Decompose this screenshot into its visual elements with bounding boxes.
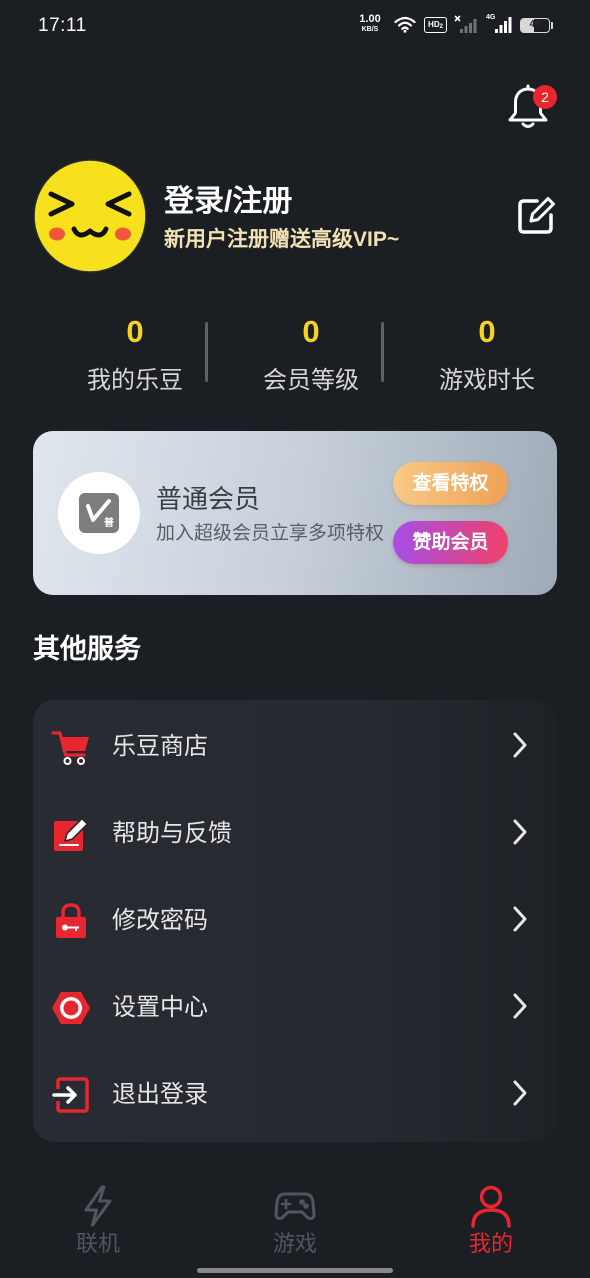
membership-badge-icon: 普 xyxy=(58,472,140,554)
battery-icon: 45 xyxy=(520,18,550,33)
stat-label: 游戏时长 xyxy=(439,367,535,394)
view-privileges-button[interactable]: 查看特权 xyxy=(393,462,508,505)
service-item-label: 设置中心 xyxy=(112,994,208,1021)
wifi-icon xyxy=(394,16,416,33)
stat-ledou[interactable]: 0 我的乐豆 xyxy=(60,312,210,397)
service-item-label: 修改密码 xyxy=(112,907,208,934)
nav-tab-games[interactable]: 游戏 xyxy=(220,1184,370,1266)
service-item-ledou-store[interactable]: 乐豆商店 xyxy=(33,704,557,791)
battery-level: 45 xyxy=(529,19,541,30)
nav-tab-online[interactable]: 联机 xyxy=(23,1184,173,1266)
settings-icon xyxy=(52,992,90,1024)
chevron-right-icon xyxy=(513,906,527,932)
status-time: 17:11 xyxy=(38,15,87,36)
nav-tab-label: 我的 xyxy=(468,1231,513,1256)
network-type: 4G xyxy=(486,14,496,21)
logout-icon xyxy=(52,1077,89,1113)
stat-label: 我的乐豆 xyxy=(87,367,183,394)
chevron-right-icon xyxy=(513,819,527,845)
sim1-no-signal-icon xyxy=(454,15,477,33)
stat-value: 0 xyxy=(478,314,496,349)
lightning-icon xyxy=(84,1185,112,1227)
nav-tab-label: 联机 xyxy=(75,1231,120,1256)
gamepad-icon xyxy=(274,1192,316,1220)
stat-play-time[interactable]: 0 游戏时长 xyxy=(412,312,562,397)
hd-label: HD xyxy=(428,20,440,29)
shopping-cart-icon xyxy=(51,731,89,765)
feedback-edit-icon xyxy=(54,817,89,851)
service-item-label: 退出登录 xyxy=(112,1081,208,1108)
stat-value: 0 xyxy=(302,314,320,349)
chevron-right-icon xyxy=(513,1080,527,1106)
login-register-title[interactable]: 登录/注册 xyxy=(164,182,292,222)
services-list: 乐豆商店 帮助与反馈 修改密码 设置中心 退出登录 xyxy=(33,700,557,1142)
sim2-signal: 4G xyxy=(486,14,514,34)
edit-icon[interactable] xyxy=(515,195,557,237)
membership-subtitle: 加入超级会员立享多项特权 xyxy=(156,523,385,544)
service-item-logout[interactable]: 退出登录 xyxy=(33,1052,557,1139)
chevron-right-icon xyxy=(513,732,527,758)
stat-value: 0 xyxy=(126,314,144,349)
membership-badge-char: 普 xyxy=(104,518,114,529)
service-item-help-feedback[interactable]: 帮助与反馈 xyxy=(33,791,557,878)
membership-card[interactable]: 普 普通会员 加入超级会员立享多项特权 查看特权 赞助会员 xyxy=(33,431,557,595)
battery-nub xyxy=(551,22,553,29)
services-section-title: 其他服务 xyxy=(33,634,141,664)
network-speed-unit: KB/S xyxy=(361,26,379,33)
nav-tab-mine[interactable]: 我的 xyxy=(416,1184,566,1266)
person-icon xyxy=(471,1185,511,1228)
membership-title: 普通会员 xyxy=(156,484,261,514)
service-item-label: 乐豆商店 xyxy=(112,733,208,760)
stat-label: 会员等级 xyxy=(263,367,359,394)
service-item-settings[interactable]: 设置中心 xyxy=(33,965,557,1052)
notification-badge: 2 xyxy=(533,85,557,109)
lock-icon xyxy=(56,903,86,938)
sponsor-member-button[interactable]: 赞助会员 xyxy=(393,521,508,564)
hd-voice-badge: HD2 xyxy=(424,17,447,33)
home-indicator[interactable] xyxy=(197,1268,393,1273)
network-speed-value: 1.00 xyxy=(359,13,381,25)
hd-sub: 2 xyxy=(439,24,443,30)
register-promo-subtitle: 新用户注册赠送高级VIP~ xyxy=(164,228,400,251)
stat-divider xyxy=(381,322,384,382)
nav-tab-label: 游戏 xyxy=(272,1231,317,1256)
chevron-right-icon xyxy=(513,993,527,1019)
network-speed: 1.00 KB/S xyxy=(354,13,386,34)
service-item-label: 帮助与反馈 xyxy=(112,820,232,847)
stat-member-level[interactable]: 0 会员等级 xyxy=(236,312,386,397)
avatar[interactable] xyxy=(32,158,148,274)
stat-divider xyxy=(205,322,208,382)
service-item-change-password[interactable]: 修改密码 xyxy=(33,878,557,965)
